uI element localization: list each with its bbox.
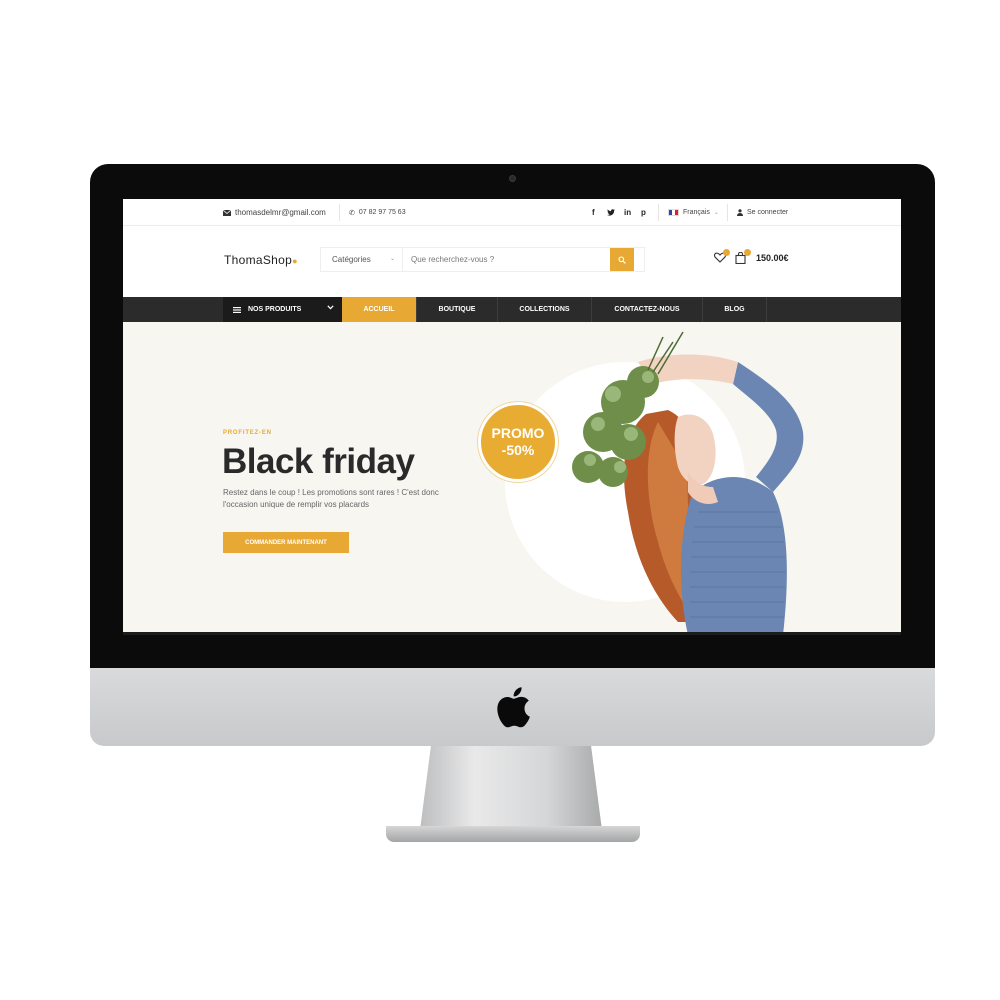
nav-tab-contact[interactable]: CONTACTEZ-NOUS <box>592 297 703 322</box>
divider <box>727 204 728 221</box>
phone-link[interactable]: ✆ 07 82 97 75 63 <box>349 199 406 226</box>
cart-button[interactable] <box>735 249 751 265</box>
france-flag-icon <box>668 209 679 216</box>
promo-badge: PROMO -50% <box>478 402 558 482</box>
top-bar: thomasdelmr@gmail.com ✆ 07 82 97 75 63 f… <box>123 199 901 226</box>
twitter-icon <box>607 209 615 216</box>
nav-tab-blog[interactable]: BLOG <box>703 297 767 322</box>
nav-tab-label: CONTACTEZ-NOUS <box>614 306 680 313</box>
twitter-link[interactable] <box>607 199 615 226</box>
hero-description: Restez dans le coup ! Les promotions son… <box>223 488 439 509</box>
logo-text: ThomaShop <box>224 253 293 267</box>
pinterest-link[interactable]: p <box>641 199 646 226</box>
header-actions: 150.00€ <box>713 249 789 266</box>
hamburger-icon <box>233 306 241 313</box>
logo-dot-icon: ● <box>292 256 298 266</box>
promo-line-2: -50% <box>501 442 535 458</box>
products-menu-label: NOS PRODUITS <box>248 306 302 313</box>
category-select-label: Catégories <box>332 255 371 264</box>
imac-chin <box>90 668 935 746</box>
main-nav: NOS PRODUITS ACCUEIL BOUTIQUE COLLECTION… <box>123 297 901 322</box>
website-screen: thomasdelmr@gmail.com ✆ 07 82 97 75 63 f… <box>123 199 901 635</box>
linkedin-link[interactable]: in <box>624 199 631 226</box>
language-label: Français <box>683 209 710 216</box>
site-header: ThomaShop● Catégories ⌄ 150.00€ <box>123 226 901 297</box>
hero-title: Black friday <box>222 442 415 481</box>
nav-tab-accueil[interactable]: ACCUEIL <box>342 297 417 322</box>
nav-tab-label: ACCUEIL <box>363 306 395 313</box>
hero-banner: PROMO -50% PROFITEZ-EN Black friday Rest… <box>123 322 901 635</box>
pinterest-icon: p <box>641 208 646 217</box>
nav-tab-label: BOUTIQUE <box>438 306 476 313</box>
email-link[interactable]: thomasdelmr@gmail.com <box>223 199 326 226</box>
screen-bottom-strip <box>123 632 901 635</box>
envelope-icon <box>223 209 231 216</box>
nav-tab-collections[interactable]: COLLECTIONS <box>498 297 592 322</box>
email-text: thomasdelmr@gmail.com <box>235 208 326 217</box>
user-icon <box>737 209 743 216</box>
phone-icon: ✆ <box>349 209 355 217</box>
login-label: Se connecter <box>747 209 789 216</box>
wishlist-badge <box>723 249 730 256</box>
search-button[interactable] <box>610 248 634 271</box>
language-selector[interactable]: Français ⌄ <box>668 199 719 226</box>
site-logo[interactable]: ThomaShop● <box>224 253 298 267</box>
imac-stand-base <box>386 826 640 842</box>
apple-logo-icon <box>497 687 530 728</box>
search-bar: Catégories ⌄ <box>320 247 645 272</box>
facebook-link[interactable]: f <box>592 199 595 226</box>
order-now-button[interactable]: COMMANDER MAINTENANT <box>223 532 349 553</box>
promo-line-1: PROMO <box>491 425 545 441</box>
chevron-down-icon <box>327 305 334 310</box>
divider <box>658 204 659 221</box>
search-icon <box>618 255 626 264</box>
camera-icon <box>509 175 516 182</box>
login-link[interactable]: Se connecter <box>737 199 788 226</box>
divider <box>339 204 340 221</box>
chevron-down-icon: ⌄ <box>389 256 395 262</box>
cart-badge <box>744 249 751 256</box>
nav-tab-label: BLOG <box>724 306 745 313</box>
hero-eyebrow: PROFITEZ-EN <box>223 430 272 436</box>
nav-tab-label: COLLECTIONS <box>519 306 570 313</box>
facebook-icon: f <box>592 208 595 217</box>
wishlist-button[interactable] <box>713 249 730 264</box>
linkedin-icon: in <box>624 208 632 217</box>
nav-tab-boutique[interactable]: BOUTIQUE <box>417 297 498 322</box>
cart-total[interactable]: 150.00€ <box>756 253 789 263</box>
phone-text: 07 82 97 75 63 <box>358 209 406 216</box>
category-select[interactable]: Catégories ⌄ <box>321 248 403 271</box>
products-menu-button[interactable]: NOS PRODUITS <box>223 297 342 322</box>
imac-stand-neck <box>420 746 602 830</box>
hero-model-image <box>572 331 804 635</box>
search-input[interactable] <box>411 248 601 271</box>
chevron-down-icon: ⌄ <box>713 210 719 216</box>
